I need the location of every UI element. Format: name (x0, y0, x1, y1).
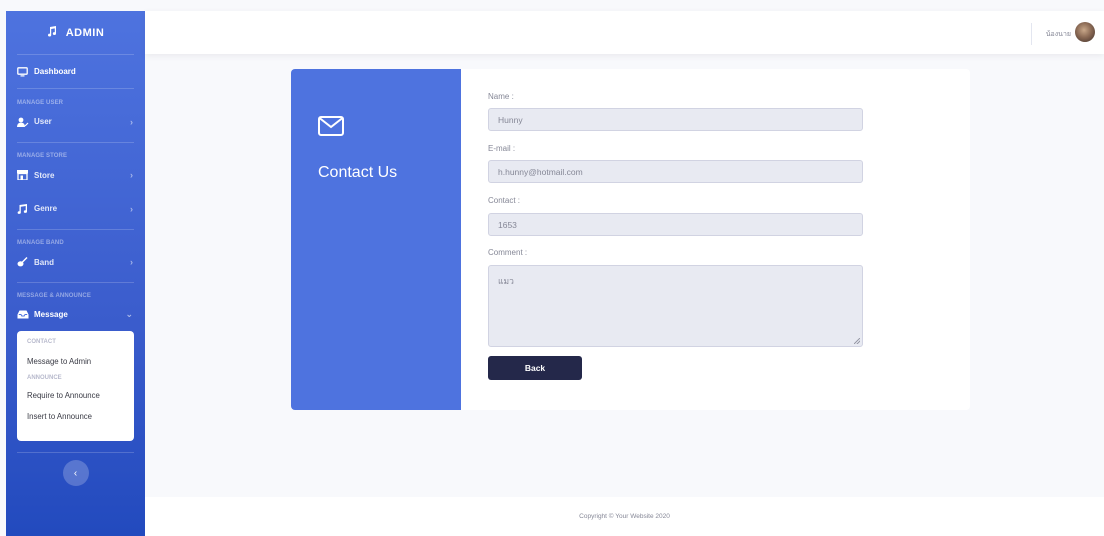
comment-text: แมว (498, 276, 514, 286)
music-note-icon (17, 203, 31, 214)
contact-field[interactable]: 1653 (488, 213, 863, 236)
sidebar-item-dashboard[interactable]: Dashboard (6, 55, 145, 88)
sidebar-item-message[interactable]: Message ⌄ (6, 304, 145, 324)
guitar-icon (17, 257, 31, 267)
chevron-left-icon: ‹ (73, 467, 78, 479)
message-submenu: CONTACT Message to Admin ANNOUNCE Requir… (17, 331, 134, 441)
contact-label: Contact : (488, 196, 521, 205)
sidebar-item-label: Band (34, 257, 54, 267)
resize-handle-icon[interactable] (854, 338, 860, 344)
submenu-heading-announce: ANNOUNCE (27, 375, 62, 381)
sidebar-item-label: Store (34, 170, 55, 180)
avatar[interactable] (1075, 22, 1095, 42)
contact-card: Contact Us Name : Hunny E-mail : h.hunny… (291, 69, 970, 410)
topbar-divider (1031, 23, 1032, 45)
name-label: Name : (488, 92, 514, 101)
store-icon (17, 170, 31, 180)
inbox-icon (17, 310, 31, 319)
heading-message-announce: MESSAGE & ANNOUNCE (17, 293, 91, 299)
submenu-item-message-to-admin[interactable]: Message to Admin (17, 352, 134, 372)
card-title: Contact Us (318, 164, 398, 181)
sidebar-item-label: Genre (34, 204, 58, 213)
sidebar-item-label: Dashboard (34, 67, 76, 76)
submenu-heading-contact: CONTACT (27, 339, 56, 345)
name-field[interactable]: Hunny (488, 108, 863, 131)
comment-label: Comment : (488, 248, 528, 257)
comment-field[interactable]: แมว (488, 265, 863, 347)
envelope-icon (318, 116, 344, 141)
topbar: น้องนาย (145, 11, 1104, 54)
chevron-right-icon: › (130, 170, 133, 180)
sidebar-item-genre[interactable]: Genre › (6, 198, 145, 219)
sidebar-item-store[interactable]: Store › (6, 165, 145, 185)
back-button[interactable]: Back (488, 356, 582, 380)
copyright-text: Copyright © Your Website 2020 (579, 513, 670, 520)
sidebar-item-label: Message (34, 309, 68, 319)
heading-manage-store: MANAGE STORE (17, 153, 68, 159)
brand-text: ADMIN (65, 26, 105, 39)
sidebar-item-label: User (34, 117, 52, 126)
email-label: E-mail : (488, 144, 516, 153)
chevron-right-icon: › (130, 116, 133, 127)
chevron-down-icon: ⌄ (125, 308, 133, 319)
divider (17, 452, 134, 453)
chevron-right-icon: › (130, 203, 133, 214)
submenu-item-require-to-announce[interactable]: Require to Announce (17, 385, 134, 406)
email-field[interactable]: h.hunny@hotmail.com (488, 160, 863, 183)
submenu-item-insert-to-announce[interactable]: Insert to Announce (17, 406, 134, 427)
sidebar-item-user[interactable]: User › (6, 111, 145, 132)
heading-manage-user: MANAGE USER (17, 100, 64, 106)
sidebar-toggle-button[interactable]: ‹ (62, 460, 89, 486)
sidebar: ADMIN Dashboard MANAGE USER User › MANAG… (6, 11, 145, 536)
monitor-icon (17, 66, 31, 77)
heading-manage-band: MANAGE BAND (17, 240, 64, 246)
footer: Copyright © Your Website 2020 (145, 497, 1104, 536)
user-icon (17, 117, 31, 127)
sidebar-item-band[interactable]: Band › (6, 252, 145, 272)
contact-card-banner: Contact Us (291, 69, 461, 410)
user-name[interactable]: น้องนาย (1046, 29, 1071, 40)
music-notes-icon (47, 25, 60, 41)
chevron-right-icon: › (130, 257, 133, 267)
sidebar-brand[interactable]: ADMIN (6, 11, 145, 54)
